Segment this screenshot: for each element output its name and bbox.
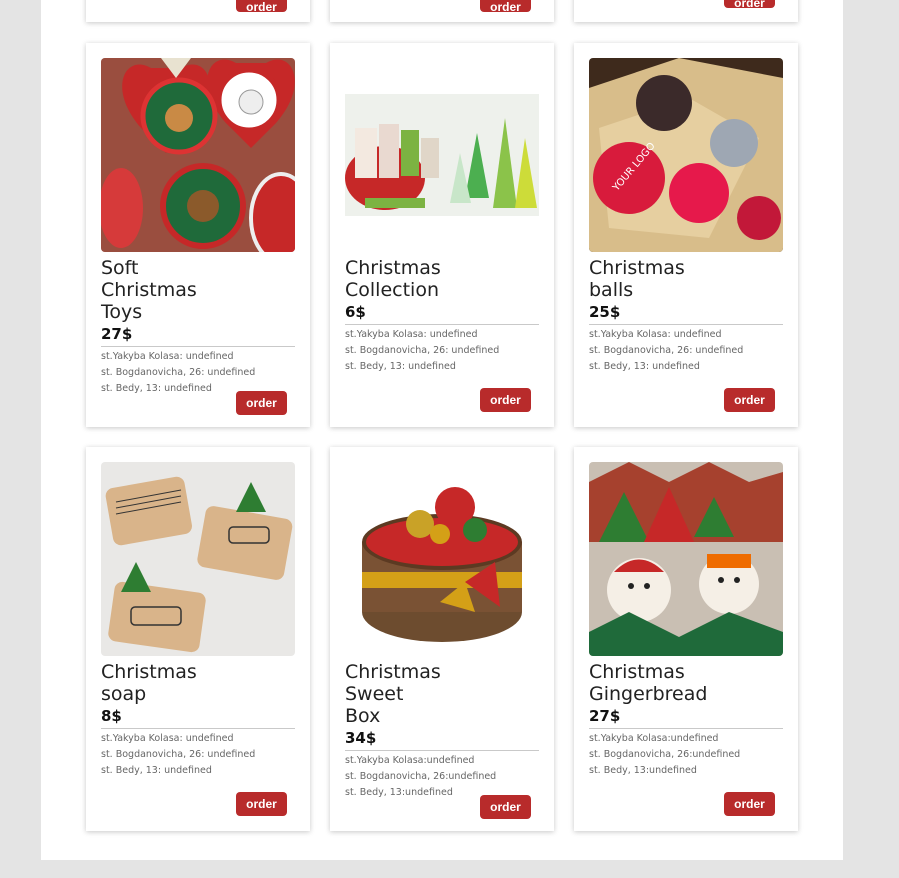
product-title: Christmas balls	[589, 257, 685, 301]
order-button[interactable]: order	[724, 792, 775, 816]
product-card-partial: order	[330, 0, 554, 22]
product-price: 6$	[345, 301, 539, 325]
product-title: Christmas Sweet Box	[345, 661, 441, 727]
store-addresses: st.Yakyba Kolasa: undefined st. Bogdanov…	[589, 329, 744, 372]
product-card: YOUR LOGO Christmas balls 25$ st.Yakyba …	[574, 43, 798, 427]
store-addresses: st.Yakyba Kolasa: undefined st. Bogdanov…	[101, 733, 256, 776]
order-button[interactable]: order	[480, 0, 531, 12]
order-button[interactable]: order	[236, 792, 287, 816]
gingerbread-cookies-image[interactable]	[589, 462, 783, 656]
order-button[interactable]: order	[236, 391, 287, 415]
felt-dog-ornaments-image[interactable]	[101, 58, 295, 252]
product-card: Christmas soap 8$ st.Yakyba Kolasa: unde…	[86, 447, 310, 831]
product-card-partial: order	[574, 0, 798, 22]
order-button[interactable]: order	[480, 388, 531, 412]
gift-set-trees-image[interactable]	[345, 58, 539, 252]
product-price: 25$	[589, 301, 783, 325]
product-card: Christmas Collection 6$ st.Yakyba Kolasa…	[330, 43, 554, 427]
order-button[interactable]: order	[724, 388, 775, 412]
product-title: Christmas Gingerbread	[589, 661, 708, 705]
store-addresses: st.Yakyba Kolasa:undefined st. Bogdanovi…	[589, 733, 741, 776]
product-title: Soft Christmas Toys	[101, 257, 197, 323]
sweet-box-image[interactable]	[345, 462, 539, 656]
order-button[interactable]: order	[480, 795, 531, 819]
store-addresses: st.Yakyba Kolasa:undefined st. Bogdanovi…	[345, 755, 497, 798]
product-card-partial: order	[86, 0, 310, 22]
christmas-balls-image[interactable]: YOUR LOGO	[589, 58, 783, 252]
product-price: 34$	[345, 727, 539, 751]
product-card: Christmas Gingerbread 27$ st.Yakyba Kola…	[574, 447, 798, 831]
wrapped-soap-image[interactable]	[101, 462, 295, 656]
store-addresses: st.Yakyba Kolasa: undefined st. Bogdanov…	[101, 351, 256, 394]
product-title: Christmas Collection	[345, 257, 441, 301]
product-price: 27$	[101, 323, 295, 347]
product-title: Christmas soap	[101, 661, 197, 705]
product-price: 8$	[101, 705, 295, 729]
product-price: 27$	[589, 705, 783, 729]
order-button[interactable]: order	[724, 0, 775, 8]
product-card: Christmas Sweet Box 34$ st.Yakyba Kolasa…	[330, 447, 554, 831]
order-button[interactable]: order	[236, 0, 287, 12]
product-card: Soft Christmas Toys 27$ st.Yakyba Kolasa…	[86, 43, 310, 427]
store-addresses: st.Yakyba Kolasa: undefined st. Bogdanov…	[345, 329, 500, 372]
